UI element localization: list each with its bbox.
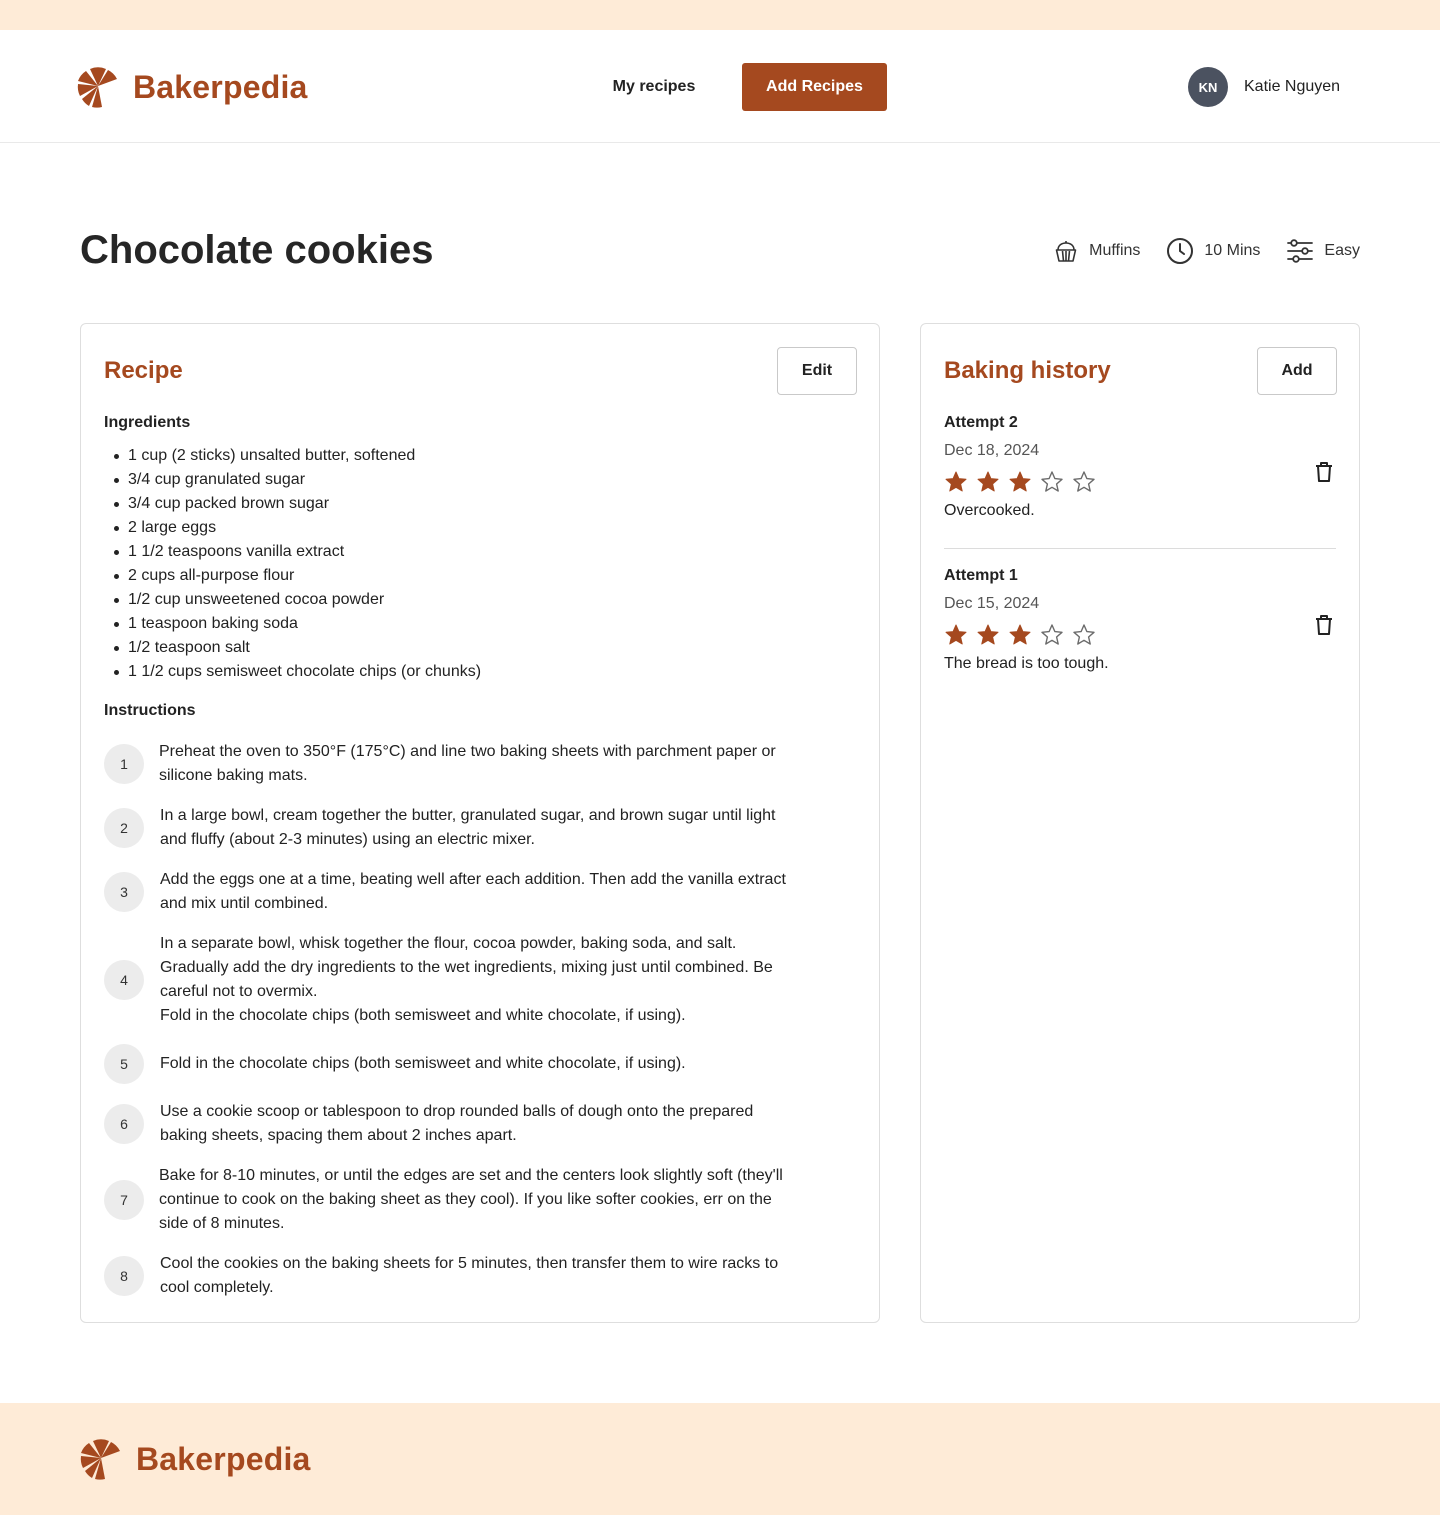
- user-menu[interactable]: KN Katie Nguyen: [1188, 67, 1340, 107]
- star-empty-icon[interactable]: [1072, 623, 1096, 647]
- attempt-note: The bread is too tough.: [944, 655, 1109, 672]
- history-card-title: Baking history: [944, 357, 1111, 384]
- edit-button[interactable]: Edit: [777, 347, 857, 395]
- list-item: 1 1/2 teaspoons vanilla extract: [104, 540, 481, 564]
- header: Bakerpedia My recipes Add Recipes KN Kat…: [0, 30, 1440, 143]
- list-item: 1/2 teaspoon salt: [104, 636, 481, 660]
- top-banner: [0, 0, 1440, 30]
- step-number: 1: [104, 744, 144, 784]
- my-recipes-link[interactable]: My recipes: [594, 63, 714, 111]
- step-text: Add the eggs one at a time, beating well…: [160, 871, 786, 912]
- recipe-card-title: Recipe: [104, 357, 183, 384]
- star-empty-icon[interactable]: [1072, 470, 1096, 494]
- ingredients-list: 1 cup (2 sticks) unsalted butter, soften…: [104, 444, 481, 684]
- star-filled-icon[interactable]: [1008, 623, 1032, 647]
- list-item: 2 large eggs: [104, 516, 481, 540]
- instructions-label: Instructions: [104, 702, 196, 719]
- star-filled-icon[interactable]: [1008, 470, 1032, 494]
- attempt-date: Dec 18, 2024: [944, 442, 1040, 459]
- step-number: 6: [104, 1104, 144, 1144]
- baking-history-card: Baking history Add Attempt 2 Dec 18, 202…: [920, 323, 1360, 1323]
- step-text: Cool the cookies on the baking sheets fo…: [160, 1255, 779, 1296]
- footer-logo[interactable]: Bakerpedia: [79, 1438, 311, 1480]
- trash-icon[interactable]: [1312, 613, 1336, 637]
- attempt-item: Attempt 1 Dec 15, 2024 The bread is too …: [944, 567, 1336, 673]
- instruction-step: 3 Add the eggs one at a time, beating we…: [104, 868, 854, 916]
- category-label: Muffins: [1089, 242, 1141, 259]
- step-number: 2: [104, 808, 144, 848]
- attempt-title: Attempt 1: [944, 567, 1018, 584]
- attempt-date: Dec 15, 2024: [944, 595, 1040, 612]
- star-empty-icon[interactable]: [1040, 623, 1064, 647]
- step-text: In a large bowl, cream together the butt…: [160, 807, 776, 848]
- difficulty-label: Easy: [1324, 242, 1360, 259]
- star-filled-icon[interactable]: [976, 623, 1000, 647]
- instruction-step: 8 Cool the cookies on the baking sheets …: [104, 1252, 854, 1300]
- sliders-icon: [1287, 239, 1314, 263]
- step-text: In a separate bowl, whisk together the f…: [160, 935, 773, 1024]
- star-rating: [944, 623, 1336, 647]
- attempt-note: Overcooked.: [944, 502, 1035, 519]
- divider: [944, 548, 1336, 549]
- footer-brand-name: Bakerpedia: [136, 1440, 311, 1477]
- category-meta: Muffins: [1053, 238, 1140, 264]
- step-number: 4: [104, 960, 144, 1000]
- step-number: 5: [104, 1044, 144, 1084]
- recipe-meta: Muffins 10 Mins Easy: [1027, 237, 1360, 265]
- ingredients-label: Ingredients: [104, 414, 191, 431]
- avatar: KN: [1188, 67, 1228, 107]
- croissant-icon: [80, 1439, 120, 1480]
- attempt-title: Attempt 2: [944, 414, 1018, 431]
- attempt-item: Attempt 2 Dec 18, 2024 Overcooked.: [944, 414, 1336, 520]
- list-item: 1 cup (2 sticks) unsalted butter, soften…: [104, 444, 481, 468]
- list-item: 1/2 cup unsweetened cocoa powder: [104, 588, 481, 612]
- step-number: 8: [104, 1256, 144, 1296]
- footer: Bakerpedia: [0, 1403, 1440, 1515]
- star-filled-icon[interactable]: [944, 623, 968, 647]
- star-filled-icon[interactable]: [976, 470, 1000, 494]
- star-empty-icon[interactable]: [1040, 470, 1064, 494]
- time-meta: 10 Mins: [1166, 237, 1260, 265]
- difficulty-meta: Easy: [1286, 237, 1360, 265]
- list-item: 3/4 cup granulated sugar: [104, 468, 481, 492]
- step-text: Bake for 8-10 minutes, or until the edge…: [159, 1167, 783, 1232]
- time-label: 10 Mins: [1204, 242, 1261, 259]
- step-text: Fold in the chocolate chips (both semisw…: [160, 1055, 686, 1072]
- list-item: 1 teaspoon baking soda: [104, 612, 481, 636]
- star-filled-icon[interactable]: [944, 470, 968, 494]
- add-attempt-button[interactable]: Add: [1257, 347, 1337, 395]
- instruction-step: 5 Fold in the chocolate chips (both semi…: [104, 1044, 854, 1084]
- step-number: 7: [104, 1180, 144, 1220]
- instruction-step: 1 Preheat the oven to 350°F (175°C) and …: [104, 740, 854, 788]
- instruction-step: 2 In a large bowl, cream together the bu…: [104, 804, 854, 852]
- page-title: Chocolate cookies: [80, 228, 434, 272]
- add-recipes-button[interactable]: Add Recipes: [742, 63, 887, 111]
- clock-icon: [1167, 238, 1194, 264]
- step-text: Use a cookie scoop or tablespoon to drop…: [160, 1103, 754, 1144]
- recipe-card: Recipe Edit Ingredients 1 cup (2 sticks)…: [80, 323, 880, 1323]
- list-item: 1 1/2 cups semisweet chocolate chips (or…: [104, 660, 481, 684]
- step-text: Preheat the oven to 350°F (175°C) and li…: [159, 743, 776, 784]
- cupcake-icon: [1055, 241, 1077, 262]
- user-name: Katie Nguyen: [1244, 78, 1341, 95]
- instruction-step: 7 Bake for 8-10 minutes, or until the ed…: [104, 1164, 854, 1236]
- step-number: 3: [104, 872, 144, 912]
- list-item: 2 cups all-purpose flour: [104, 564, 481, 588]
- instruction-step: 6 Use a cookie scoop or tablespoon to dr…: [104, 1100, 854, 1148]
- brand-name: Bakerpedia: [133, 68, 308, 105]
- list-item: 3/4 cup packed brown sugar: [104, 492, 481, 516]
- star-rating: [944, 470, 1336, 494]
- logo[interactable]: Bakerpedia: [76, 66, 308, 108]
- trash-icon[interactable]: [1312, 460, 1336, 484]
- croissant-icon: [77, 67, 117, 108]
- instruction-step: 4 In a separate bowl, whisk together the…: [104, 932, 854, 1028]
